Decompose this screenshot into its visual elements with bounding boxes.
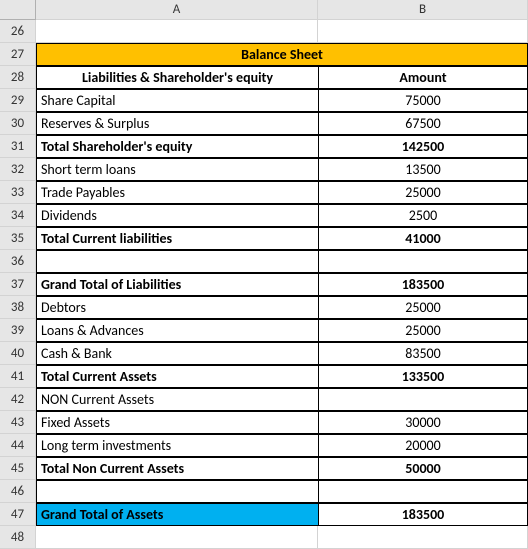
line-amount[interactable]: 133500 (318, 365, 528, 388)
row-header[interactable]: 36 (0, 250, 36, 273)
row-header[interactable]: 46 (0, 480, 36, 503)
grand-total-assets-amount[interactable]: 183500 (318, 503, 528, 526)
row-header[interactable]: 35 (0, 227, 36, 250)
line-label[interactable]: Fixed Assets (36, 411, 318, 434)
line-label[interactable]: Long term investments (36, 434, 318, 457)
row-header[interactable]: 26 (0, 20, 36, 43)
line-label[interactable]: Reserves & Surplus (36, 112, 318, 135)
cell[interactable] (318, 480, 528, 503)
line-amount[interactable]: 183500 (318, 273, 528, 296)
row-header[interactable]: 48 (0, 526, 36, 549)
cell[interactable] (36, 250, 318, 273)
line-label[interactable]: Share Capital (36, 89, 318, 112)
cell[interactable] (36, 20, 318, 43)
line-label[interactable]: Total Non Current Assets (36, 457, 318, 480)
row-header[interactable]: 32 (0, 158, 36, 181)
spreadsheet-grid: A B 26 27 Balance Sheet 28 Liabilities &… (0, 0, 528, 549)
row-header[interactable]: 41 (0, 365, 36, 388)
row-header[interactable]: 34 (0, 204, 36, 227)
line-amount[interactable]: 75000 (318, 89, 528, 112)
line-amount[interactable]: 30000 (318, 411, 528, 434)
line-label[interactable]: Grand Total of Liabilities (36, 273, 318, 296)
row-header[interactable]: 42 (0, 388, 36, 411)
row-header[interactable]: 29 (0, 89, 36, 112)
line-amount[interactable]: 142500 (318, 135, 528, 158)
line-label[interactable]: Total Shareholder's equity (36, 135, 318, 158)
col-header-a[interactable]: A (36, 0, 318, 20)
line-amount[interactable]: 25000 (318, 319, 528, 342)
line-label[interactable]: Cash & Bank (36, 342, 318, 365)
cell[interactable] (318, 20, 528, 43)
line-amount[interactable]: 41000 (318, 227, 528, 250)
line-amount[interactable]: 2500 (318, 204, 528, 227)
row-header[interactable]: 31 (0, 135, 36, 158)
row-header[interactable]: 30 (0, 112, 36, 135)
line-label[interactable]: Total Current Assets (36, 365, 318, 388)
row-header[interactable]: 40 (0, 342, 36, 365)
row-header[interactable]: 44 (0, 434, 36, 457)
line-label[interactable]: Dividends (36, 204, 318, 227)
line-amount[interactable]: 83500 (318, 342, 528, 365)
grand-total-assets-label[interactable]: Grand Total of Assets (36, 503, 318, 526)
line-amount[interactable]: 25000 (318, 181, 528, 204)
row-header[interactable]: 39 (0, 319, 36, 342)
line-label[interactable]: Short term loans (36, 158, 318, 181)
row-header[interactable]: 37 (0, 273, 36, 296)
line-amount[interactable]: 13500 (318, 158, 528, 181)
cell[interactable] (36, 480, 318, 503)
row-header[interactable]: 38 (0, 296, 36, 319)
line-label[interactable]: Trade Payables (36, 181, 318, 204)
line-label[interactable]: Loans & Advances (36, 319, 318, 342)
line-amount[interactable]: 67500 (318, 112, 528, 135)
cell[interactable] (36, 526, 318, 549)
header-label[interactable]: Liabilities & Shareholder's equity (36, 66, 318, 89)
line-label[interactable]: Debtors (36, 296, 318, 319)
row-header[interactable]: 33 (0, 181, 36, 204)
line-amount[interactable] (318, 388, 528, 411)
cell[interactable] (318, 250, 528, 273)
line-amount[interactable]: 50000 (318, 457, 528, 480)
cell[interactable] (318, 526, 528, 549)
line-label[interactable]: NON Current Assets (36, 388, 318, 411)
corner-cell[interactable] (0, 0, 36, 20)
row-header[interactable]: 43 (0, 411, 36, 434)
line-amount[interactable]: 20000 (318, 434, 528, 457)
row-header[interactable]: 47 (0, 503, 36, 526)
row-header[interactable]: 27 (0, 43, 36, 66)
row-header[interactable]: 45 (0, 457, 36, 480)
col-header-b[interactable]: B (318, 0, 528, 20)
row-header[interactable]: 28 (0, 66, 36, 89)
line-amount[interactable]: 25000 (318, 296, 528, 319)
line-label[interactable]: Total Current liabilities (36, 227, 318, 250)
header-amount[interactable]: Amount (318, 66, 528, 89)
balance-sheet-title[interactable]: Balance Sheet (36, 43, 528, 66)
